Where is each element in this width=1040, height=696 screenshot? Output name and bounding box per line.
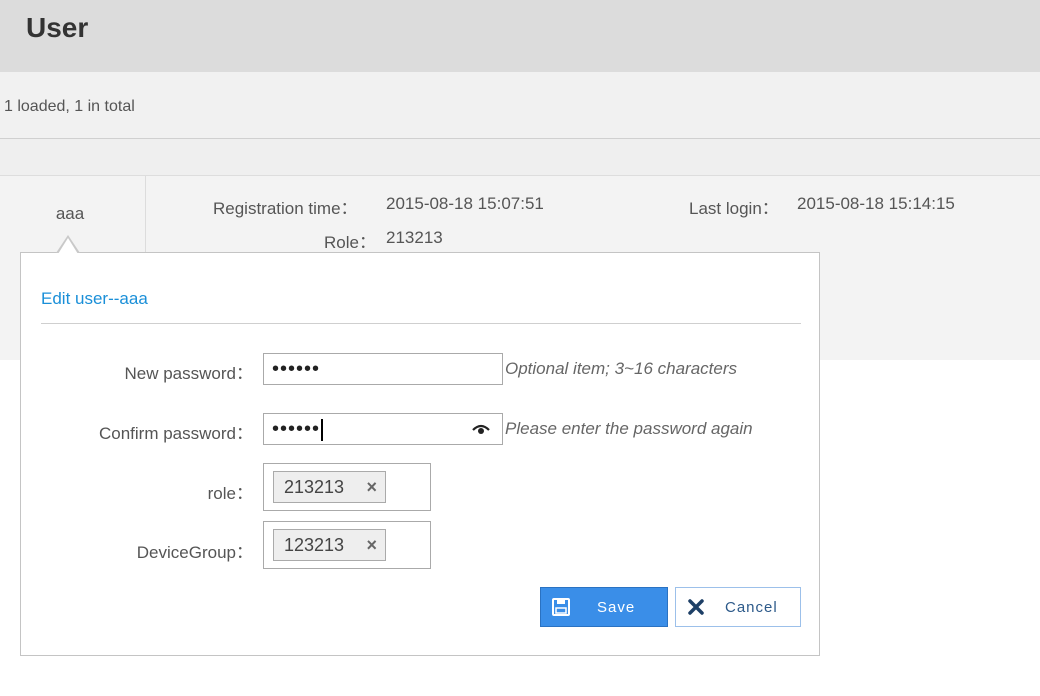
dialog-title: Edit user--aaa	[41, 289, 148, 308]
device-group-select[interactable]: 123213 ×	[263, 521, 431, 569]
role-select[interactable]: 213213 ×	[263, 463, 431, 511]
device-group-label: DeviceGroup：	[136, 543, 253, 562]
remove-tag-icon[interactable]: ×	[366, 530, 377, 560]
load-status-text: 1 loaded, 1 in total	[4, 98, 135, 115]
remove-tag-icon[interactable]: ×	[366, 472, 377, 502]
role-tag-label: 213213	[284, 477, 345, 497]
new-password-label: New password：	[124, 364, 254, 383]
save-button[interactable]: Save	[540, 587, 668, 627]
cancel-button-label: Cancel	[725, 599, 778, 616]
role-value: 213213	[386, 228, 443, 247]
dialog-divider	[41, 323, 801, 324]
role-field-label: role：	[207, 484, 253, 503]
popover-caret-inner	[58, 238, 78, 254]
list-header	[0, 139, 1040, 176]
new-password-value: ••••••	[272, 358, 321, 380]
role-tag: 213213 ×	[273, 471, 386, 503]
status-bar: 1 loaded, 1 in total	[0, 72, 1040, 139]
registration-time-label: Registration time：	[213, 199, 358, 218]
save-icon	[552, 598, 570, 616]
close-icon	[688, 599, 704, 615]
registration-time-value: 2015-08-18 15:07:51	[386, 194, 544, 213]
text-cursor	[321, 418, 324, 441]
new-password-input[interactable]: ••••••	[263, 353, 503, 385]
last-login-label: Last login：	[689, 199, 779, 218]
new-password-hint: Optional item; 3~16 characters	[505, 359, 737, 378]
eye-icon[interactable]	[472, 422, 490, 436]
username[interactable]: aaa	[0, 204, 140, 224]
page-header: User	[0, 0, 1040, 72]
role-label: Role：	[324, 233, 376, 252]
confirm-password-input[interactable]: ••••••	[263, 413, 503, 445]
page-title: User	[26, 12, 89, 43]
confirm-password-label: Confirm password：	[99, 424, 253, 443]
edit-user-dialog: Edit user--aaa New password： •••••• Opti…	[20, 252, 820, 656]
save-button-label: Save	[597, 599, 636, 616]
device-group-tag: 123213 ×	[273, 529, 386, 561]
confirm-password-hint: Please enter the password again	[505, 419, 753, 438]
last-login-value: 2015-08-18 15:14:15	[797, 194, 955, 213]
confirm-password-value: ••••••	[272, 418, 321, 440]
device-group-tag-label: 123213	[284, 535, 345, 555]
cancel-button[interactable]: Cancel	[675, 587, 801, 627]
